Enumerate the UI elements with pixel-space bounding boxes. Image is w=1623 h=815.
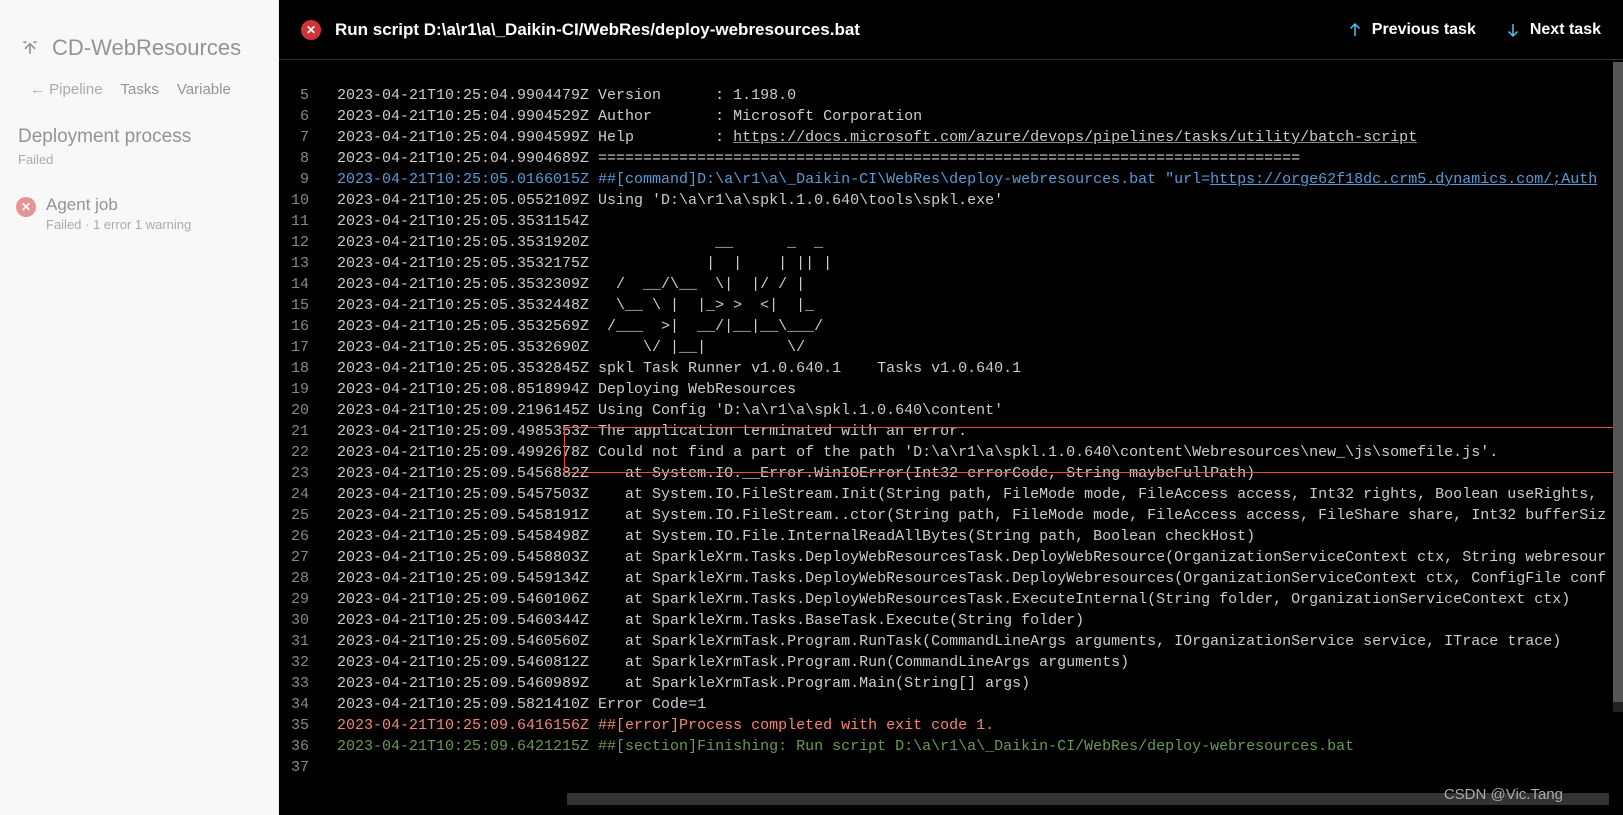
agent-job-sub: Failed · 1 error 1 warning	[46, 217, 191, 232]
log-line: 142023-04-21T10:25:05.3532309Z / __/\__ …	[289, 274, 1611, 295]
log-body[interactable]: 52023-04-21T10:25:04.9904479Z Version : …	[279, 60, 1611, 815]
log-line: 172023-04-21T10:25:05.3532690Z \/ |__| \…	[289, 337, 1611, 358]
arrow-down-icon	[1504, 21, 1522, 39]
log-line: 252023-04-21T10:25:09.5458191Z at System…	[289, 505, 1611, 526]
log-link[interactable]: https://docs.microsoft.com/azure/devops/…	[733, 129, 1417, 146]
log-line: 202023-04-21T10:25:09.2196145Z Using Con…	[289, 400, 1611, 421]
sidebar-nav: ← Pipeline Tasks Variable	[0, 71, 278, 98]
watermark: CSDN @Vic.Tang	[1444, 786, 1563, 803]
log-line: 332023-04-21T10:25:09.5460989Z at Sparkl…	[289, 673, 1611, 694]
error-icon: ✕	[301, 20, 321, 40]
deployment-status: Failed	[18, 152, 260, 167]
log-line: 312023-04-21T10:25:09.5460560Z at Sparkl…	[289, 631, 1611, 652]
nav-tasks[interactable]: Tasks	[121, 81, 159, 98]
log-line: 102023-04-21T10:25:05.0552109Z Using 'D:…	[289, 190, 1611, 211]
log-title: Run script D:\a\r1\a\_Daikin-CI/WebRes/d…	[335, 20, 1318, 40]
log-line: 62023-04-21T10:25:04.9904529Z Author : M…	[289, 106, 1611, 127]
log-line: 52023-04-21T10:25:04.9904479Z Version : …	[289, 85, 1611, 106]
log-line: 262023-04-21T10:25:09.5458498Z at System…	[289, 526, 1611, 547]
log-line: 342023-04-21T10:25:09.5821410Z Error Cod…	[289, 694, 1611, 715]
error-icon: ✕	[16, 197, 36, 217]
log-line: 232023-04-21T10:25:09.5456882Z at System…	[289, 463, 1611, 484]
log-line: 272023-04-21T10:25:09.5458803Z at Sparkl…	[289, 547, 1611, 568]
agent-job-title: Agent job	[46, 195, 191, 215]
log-line: 92023-04-21T10:25:05.0166015Z ##[command…	[289, 169, 1611, 190]
log-line: 132023-04-21T10:25:05.3532175Z | | | || …	[289, 253, 1611, 274]
previous-task-button[interactable]: Previous task	[1346, 21, 1476, 39]
nav-variables[interactable]: Variable	[177, 81, 231, 98]
log-line: 212023-04-21T10:25:09.4985353Z The appli…	[289, 421, 1611, 442]
log-line: 37	[289, 757, 1611, 778]
sidebar-title: CD-WebResources	[52, 35, 241, 61]
next-task-button[interactable]: Next task	[1504, 21, 1601, 39]
log-line: 152023-04-21T10:25:05.3532448Z \__ \ | |…	[289, 295, 1611, 316]
deployment-section: Deployment process Failed	[0, 98, 278, 167]
log-line: 242023-04-21T10:25:09.5457503Z at System…	[289, 484, 1611, 505]
log-header: ✕ Run script D:\a\r1\a\_Daikin-CI/WebRes…	[279, 0, 1623, 60]
log-line: 322023-04-21T10:25:09.5460812Z at Sparkl…	[289, 652, 1611, 673]
log-link[interactable]: https://orge62f18dc.crm5.dynamics.com/;A…	[1210, 171, 1597, 188]
log-line: 72023-04-21T10:25:04.9904599Z Help : htt…	[289, 127, 1611, 148]
log-line: 292023-04-21T10:25:09.5460106Z at Sparkl…	[289, 589, 1611, 610]
log-line: 352023-04-21T10:25:09.6416156Z ##[error]…	[289, 715, 1611, 736]
log-line: 302023-04-21T10:25:09.5460344Z at Sparkl…	[289, 610, 1611, 631]
log-line: 222023-04-21T10:25:09.4992678Z Could not…	[289, 442, 1611, 463]
arrow-up-icon	[1346, 21, 1364, 39]
log-panel: ✕ Run script D:\a\r1\a\_Daikin-CI/WebRes…	[279, 0, 1623, 815]
sidebar: CD-WebResources ← Pipeline Tasks Variabl…	[0, 0, 279, 815]
log-line: 122023-04-21T10:25:05.3531920Z __ _ _	[289, 232, 1611, 253]
upload-icon	[20, 38, 40, 58]
scrollbar-vertical[interactable]	[1613, 62, 1623, 712]
sidebar-title-row: CD-WebResources	[0, 0, 278, 71]
log-line: 282023-04-21T10:25:09.5459134Z at Sparkl…	[289, 568, 1611, 589]
log-line: 362023-04-21T10:25:09.6421215Z ##[sectio…	[289, 736, 1611, 757]
log-line: 192023-04-21T10:25:08.8518994Z Deploying…	[289, 379, 1611, 400]
log-line: 112023-04-21T10:25:05.3531154Z	[289, 211, 1611, 232]
log-line: 162023-04-21T10:25:05.3532569Z /___ >| _…	[289, 316, 1611, 337]
log-line: 82023-04-21T10:25:04.9904689Z ==========…	[289, 148, 1611, 169]
log-line: 182023-04-21T10:25:05.3532845Z spkl Task…	[289, 358, 1611, 379]
nav-back[interactable]: ← Pipeline	[30, 81, 103, 98]
deployment-title: Deployment process	[18, 126, 260, 148]
agent-job-row[interactable]: ✕ Agent job Failed · 1 error 1 warning	[0, 167, 278, 232]
